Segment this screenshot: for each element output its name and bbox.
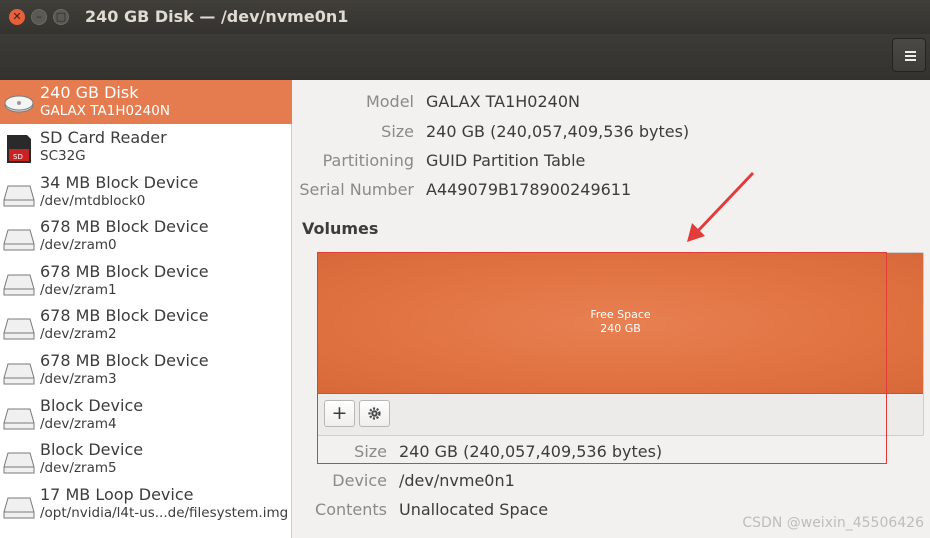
device-name: 678 MB Block Device	[40, 351, 209, 370]
annotation-arrow-icon	[687, 171, 755, 242]
sd-card-icon: SD	[7, 135, 31, 163]
device-name: Block Device	[40, 396, 144, 415]
gear-icon	[368, 407, 381, 420]
volume-size-label: Size	[354, 442, 387, 461]
serial-number-value: A449079B178900249611	[426, 180, 632, 199]
create-partition-button[interactable]: +	[324, 400, 355, 427]
device-item[interactable]: Block Device /dev/zram5	[0, 437, 292, 481]
device-subtitle: SC32G	[40, 148, 86, 164]
device-value: /dev/nvme0n1	[399, 471, 515, 490]
device-item[interactable]: 240 GB Disk GALAX TA1H0240N	[0, 80, 292, 124]
device-subtitle: /dev/zram0	[40, 237, 117, 253]
device-name: 678 MB Block Device	[40, 306, 209, 325]
drive-icon	[3, 363, 35, 385]
segment-size: 240 GB	[600, 322, 641, 335]
device-label: Device	[332, 471, 387, 490]
size-value: 240 GB (240,057,409,536 bytes)	[426, 122, 690, 141]
device-item[interactable]: Block Device /dev/zram4	[0, 393, 292, 437]
device-name: Block Device	[40, 440, 144, 459]
segment-name: Free Space	[590, 308, 651, 321]
volume-size-value: 240 GB (240,057,409,536 bytes)	[399, 442, 663, 461]
window-titlebar: ✕ – □ 240 GB Disk — /dev/nvme0n1	[0, 0, 930, 34]
window-title: 240 GB Disk — /dev/nvme0n1	[85, 7, 349, 26]
device-item[interactable]: 34 MB Block Device /dev/mtdblock0	[0, 170, 292, 214]
device-item[interactable]: 678 MB Block Device /dev/zram1	[0, 259, 292, 303]
hard-disk-icon	[4, 95, 34, 113]
device-item[interactable]: SD SD Card Reader SC32G	[0, 125, 292, 169]
device-name: 240 GB Disk	[40, 83, 139, 102]
hamburger-menu-button[interactable]	[892, 38, 926, 72]
plus-icon: +	[331, 402, 348, 424]
model-value: GALAX TA1H0240N	[426, 92, 580, 111]
partition-settings-button[interactable]	[359, 400, 390, 427]
close-window-button[interactable]: ✕	[9, 9, 25, 25]
device-subtitle: /dev/zram5	[40, 460, 117, 476]
partitioning-value: GUID Partition Table	[426, 151, 586, 170]
watermark: CSDN @weixin_45506426	[742, 515, 924, 531]
drive-icon	[3, 497, 35, 519]
drive-icon	[3, 229, 35, 251]
device-name: 678 MB Block Device	[40, 262, 209, 281]
partitioning-label: Partitioning	[322, 151, 414, 170]
device-item[interactable]: 678 MB Block Device /dev/zram2	[0, 303, 292, 347]
serial-number-label: Serial Number	[299, 180, 414, 199]
device-subtitle: /dev/zram4	[40, 416, 117, 432]
device-item[interactable]: 17 MB Loop Device /opt/nvidia/l4t-us...d…	[0, 482, 292, 526]
header-bar	[0, 34, 930, 80]
device-subtitle: /dev/zram1	[40, 282, 117, 298]
device-subtitle: /dev/zram2	[40, 326, 117, 342]
device-item[interactable]: 678 MB Block Device /dev/zram3	[0, 348, 292, 392]
free-space-segment[interactable]: Free Space 240 GB	[318, 253, 923, 394]
model-label: Model	[365, 92, 414, 111]
minimize-window-button[interactable]: –	[31, 9, 47, 25]
device-name: 678 MB Block Device	[40, 217, 209, 236]
device-subtitle: /dev/zram3	[40, 371, 117, 387]
drive-icon	[3, 185, 35, 207]
maximize-window-button[interactable]: □	[53, 9, 69, 25]
drive-icon	[3, 452, 35, 474]
volumes-heading: Volumes	[302, 219, 379, 238]
device-subtitle: GALAX TA1H0240N	[40, 103, 170, 119]
drive-icon	[3, 408, 35, 430]
device-name: SD Card Reader	[40, 128, 167, 147]
volumes-map: Free Space 240 GB +	[317, 252, 924, 436]
device-list: 240 GB Disk GALAX TA1H0240N SD SD Card R…	[0, 80, 292, 538]
device-name: 17 MB Loop Device	[40, 485, 194, 504]
contents-label: Contents	[315, 500, 387, 519]
disk-details-panel: Model GALAX TA1H0240N Size 240 GB (240,0…	[293, 80, 930, 538]
device-subtitle: /opt/nvidia/l4t-us...de/filesystem.img	[40, 505, 289, 521]
drive-icon	[3, 274, 35, 296]
drive-icon	[3, 318, 35, 340]
device-name: 34 MB Block Device	[40, 173, 199, 192]
svg-text:SD: SD	[13, 153, 23, 161]
device-item[interactable]: 678 MB Block Device /dev/zram0	[0, 214, 292, 258]
contents-value: Unallocated Space	[399, 500, 549, 519]
size-label: Size	[381, 122, 414, 141]
device-subtitle: /dev/mtdblock0	[40, 193, 146, 209]
